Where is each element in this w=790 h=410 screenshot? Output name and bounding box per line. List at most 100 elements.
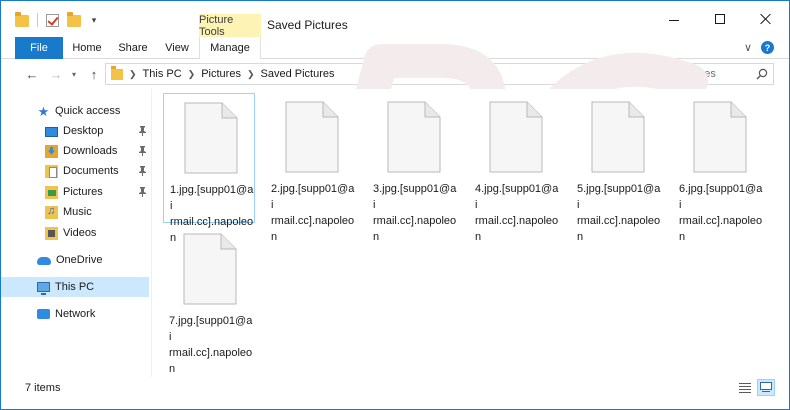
file-name: 2.jpg.[supp01@ai rmail.cc].napoleo n — [271, 181, 355, 245]
sidebar-item-label: Desktop — [63, 125, 104, 137]
address-bar[interactable]: ❯ This PC ❯ Pictures ❯ Saved Pictures ▾ … — [105, 63, 592, 85]
close-button[interactable] — [743, 1, 789, 37]
minimize-button[interactable] — [651, 1, 697, 37]
properties-icon[interactable] — [46, 13, 59, 27]
file-name: 3.jpg.[supp01@ai rmail.cc].napoleo n — [373, 181, 457, 245]
blank-file-icon — [387, 101, 441, 173]
sidebar-item-label: Pictures — [63, 186, 103, 198]
folder-icon — [111, 65, 123, 80]
file-item[interactable]: 1.jpg.[supp01@ai rmail.cc].napoleo n — [163, 93, 255, 244]
sidebar-item-label: Videos — [63, 227, 97, 239]
file-item[interactable]: 2.jpg.[supp01@ai rmail.cc].napoleo n — [265, 93, 357, 243]
large-icons-view-button[interactable] — [757, 379, 775, 396]
tab-share[interactable]: Share — [110, 37, 156, 59]
breadcrumb-chevron-icon[interactable]: ❯ — [188, 69, 196, 80]
file-view[interactable]: 1.jpg.[supp01@ai rmail.cc].napoleo n 2.jpg.… — [159, 89, 781, 377]
back-arrow-icon[interactable]: ← — [23, 65, 41, 83]
pin-icon[interactable] — [138, 165, 147, 176]
tab-manage[interactable]: Manage — [199, 37, 261, 59]
sidebar-item-videos[interactable]: Videos — [1, 223, 149, 243]
file-name-line: rmail.cc].napoleo — [475, 215, 559, 227]
file-name-line: 2.jpg.[supp01@ai — [271, 183, 355, 211]
toolbar-divider — [37, 13, 38, 27]
music-folder-icon — [45, 205, 58, 219]
file-name-line: 3.jpg.[supp01@ai — [373, 183, 457, 211]
sidebar-item-network[interactable]: Network — [1, 304, 149, 324]
file-name-line: n — [475, 231, 482, 243]
tab-file[interactable]: File — [15, 37, 63, 59]
new-folder-icon[interactable] — [67, 12, 81, 27]
recent-locations-chevron-icon[interactable]: ▾ — [69, 65, 79, 83]
file-name-line: 5.jpg.[supp01@ai — [577, 183, 661, 211]
blank-file-icon — [591, 101, 645, 173]
window-title: Saved Pictures — [267, 18, 348, 32]
help-icon[interactable]: ? — [761, 41, 774, 54]
sidebar-item-music[interactable]: Music — [1, 202, 149, 222]
file-item[interactable]: 4.jpg.[supp01@ai rmail.cc].napoleo n — [469, 93, 561, 243]
file-name-line: n — [373, 231, 380, 243]
file-name-line: 7.jpg.[supp01@ai — [169, 315, 253, 343]
blank-file-icon — [693, 101, 747, 173]
file-item[interactable]: 6.jpg.[supp01@ai rmail.cc].napoleo n — [673, 93, 765, 243]
address-history-chevron-icon[interactable]: ▾ — [570, 68, 575, 79]
pin-icon[interactable] — [138, 145, 147, 156]
file-name: 4.jpg.[supp01@ai rmail.cc].napoleo n — [475, 181, 559, 245]
file-name: 7.jpg.[supp01@ai rmail.cc].napoleo n — [169, 313, 253, 377]
pin-icon[interactable] — [138, 186, 147, 197]
sidebar-item-label: OneDrive — [56, 254, 103, 266]
refresh-icon[interactable]: ↻ — [579, 66, 589, 80]
folder-icon[interactable] — [15, 12, 29, 27]
up-arrow-icon[interactable]: ↑ — [85, 65, 103, 83]
file-name-line: rmail.cc].napoleo — [271, 215, 355, 227]
file-name-line: rmail.cc].napoleo — [169, 347, 253, 359]
navigation-pane: ★ Quick access Desktop Downloads Documen… — [1, 89, 153, 377]
minimize-icon — [669, 19, 679, 21]
sidebar-item-this-pc[interactable]: This PC — [1, 277, 149, 297]
sidebar-item-onedrive[interactable]: OneDrive — [1, 250, 149, 270]
maximize-icon — [715, 14, 725, 24]
sidebar-item-label: This PC — [55, 281, 95, 293]
tab-home[interactable]: Home — [64, 37, 110, 59]
file-name-line: rmail.cc].napoleo — [577, 215, 661, 227]
item-count: 7 items — [25, 382, 61, 394]
file-item[interactable]: 5.jpg.[supp01@ai rmail.cc].napoleo n — [571, 93, 663, 243]
search-icon[interactable] — [756, 68, 768, 80]
breadcrumb-chevron-icon[interactable]: ❯ — [129, 69, 137, 80]
file-name-line: 1.jpg.[supp01@ai — [170, 184, 254, 212]
forward-arrow-icon[interactable]: → — [47, 65, 65, 83]
pin-icon[interactable] — [138, 125, 147, 136]
sidebar-item-desktop[interactable]: Desktop — [1, 121, 149, 141]
file-name-line: n — [679, 231, 686, 243]
breadcrumb-saved-pictures[interactable]: Saved Pictures — [261, 68, 335, 80]
sidebar-item-downloads[interactable]: Downloads — [1, 141, 149, 161]
onedrive-cloud-icon — [37, 257, 51, 265]
pane-divider[interactable] — [151, 89, 152, 377]
sidebar-item-label: Downloads — [63, 145, 118, 157]
expand-ribbon-chevron-icon[interactable] — [742, 42, 754, 54]
quick-access-toolbar — [15, 11, 99, 29]
file-item[interactable]: 3.jpg.[supp01@ai rmail.cc].napoleo n — [367, 93, 459, 243]
customize-toolbar-chevron-icon[interactable] — [89, 15, 99, 26]
breadcrumb-chevron-icon[interactable]: ❯ — [247, 69, 255, 80]
blank-file-icon — [183, 233, 237, 305]
sidebar-item-documents[interactable]: Documents — [1, 161, 149, 181]
explorer-window: Picture Tools Saved Pictures File Home S… — [0, 0, 790, 410]
file-item[interactable]: 7.jpg.[supp01@ai rmail.cc].napoleo n — [163, 225, 255, 375]
details-view-icon[interactable] — [738, 381, 752, 395]
breadcrumb-pictures[interactable]: Pictures — [201, 68, 241, 80]
tab-view[interactable]: View — [156, 37, 198, 59]
large-icons-view-icon — [760, 382, 772, 392]
search-box[interactable] — [597, 63, 774, 85]
search-input[interactable] — [604, 68, 752, 80]
pictures-folder-icon — [45, 185, 58, 199]
close-icon — [760, 13, 772, 25]
sidebar-item-pictures[interactable]: Pictures — [1, 182, 149, 202]
blank-file-icon — [489, 101, 543, 173]
file-name: 6.jpg.[supp01@ai rmail.cc].napoleo n — [679, 181, 763, 245]
maximize-button[interactable] — [697, 1, 743, 37]
title-bar: Picture Tools Saved Pictures — [1, 1, 789, 38]
sidebar-item-label: Music — [63, 206, 92, 218]
sidebar-item-quick-access[interactable]: ★ Quick access — [1, 101, 149, 121]
quick-access-star-icon: ★ — [37, 103, 50, 119]
breadcrumb-this-pc[interactable]: This PC — [143, 68, 182, 80]
